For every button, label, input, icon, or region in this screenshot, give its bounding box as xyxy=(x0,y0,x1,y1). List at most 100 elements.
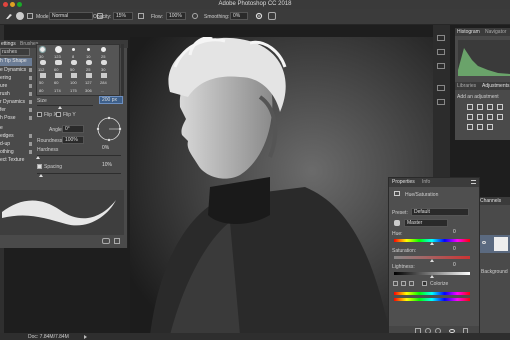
lock-icon[interactable] xyxy=(29,134,32,138)
section-protect-texture[interactable]: ect Texture xyxy=(0,157,24,163)
flow-field[interactable]: 100% xyxy=(166,12,186,20)
tip-swatch[interactable] xyxy=(55,46,62,53)
lock-icon[interactable] xyxy=(29,76,32,80)
section-color-dynamics[interactable]: r Dynamics xyxy=(0,99,25,105)
spacing-slider-track[interactable] xyxy=(37,173,121,174)
flip-y-checkbox[interactable] xyxy=(56,112,61,117)
colorize-checkbox[interactable] xyxy=(422,281,427,286)
adjustment-icon[interactable] xyxy=(467,104,473,110)
tip-swatch[interactable] xyxy=(39,46,46,53)
smoothing-field[interactable]: 0% xyxy=(230,12,248,20)
section-brush-pose[interactable]: h Pose xyxy=(0,115,16,121)
size-field[interactable]: 200 px xyxy=(99,96,123,104)
opacity-field[interactable]: 15% xyxy=(113,12,133,20)
saturation-field[interactable]: 0 xyxy=(451,246,467,254)
create-brush-icon[interactable] xyxy=(102,238,110,244)
adjustment-icon[interactable] xyxy=(487,114,493,120)
tip-swatch[interactable] xyxy=(101,73,107,78)
tip-swatch[interactable] xyxy=(101,47,106,52)
brush-settings-toggle-icon[interactable] xyxy=(27,13,33,19)
tab-adjustments[interactable]: Adjustments xyxy=(482,83,510,89)
section-transfer[interactable]: fer xyxy=(0,107,6,113)
section-scattering[interactable]: ering xyxy=(0,75,11,81)
tab-info[interactable]: Info xyxy=(422,179,430,185)
adjustment-icon[interactable] xyxy=(467,124,473,130)
tip-swatch[interactable] xyxy=(86,73,92,78)
panel-icon[interactable] xyxy=(437,35,445,41)
hardness-slider-track[interactable] xyxy=(37,155,121,156)
eyedropper-icon[interactable] xyxy=(393,281,398,286)
tip-swatch[interactable] xyxy=(87,48,90,51)
lock-icon[interactable] xyxy=(29,92,32,96)
section-dual-brush[interactable]: rush xyxy=(0,91,10,97)
section-brush-tip-shape[interactable]: h Tip Shape xyxy=(0,58,32,66)
airbrush-mode-icon[interactable] xyxy=(192,13,198,19)
adjustment-icon[interactable] xyxy=(477,124,483,130)
lightness-field[interactable]: 0 xyxy=(451,262,467,270)
tip-swatch[interactable] xyxy=(40,60,46,65)
panel-icon[interactable] xyxy=(437,99,445,105)
size-slider-thumb[interactable] xyxy=(58,106,62,109)
panel-icon[interactable] xyxy=(437,63,445,69)
lock-icon[interactable] xyxy=(29,108,32,112)
adjustment-icon[interactable] xyxy=(487,104,493,110)
lightness-slider-thumb[interactable] xyxy=(430,275,434,278)
adjustment-icon[interactable] xyxy=(467,114,473,120)
tab-navigator[interactable]: Navigator xyxy=(485,29,506,35)
angle-field[interactable]: 0° xyxy=(62,125,84,133)
lock-icon[interactable] xyxy=(29,142,32,146)
tip-swatch[interactable] xyxy=(40,73,46,78)
brush-tool-icon[interactable] xyxy=(5,12,13,20)
new-brush-icon[interactable] xyxy=(114,238,120,244)
panel-icon[interactable] xyxy=(437,85,445,91)
eye-icon[interactable] xyxy=(482,241,486,244)
hardness-slider-thumb[interactable] xyxy=(36,156,40,159)
tip-grid-scrollbar[interactable] xyxy=(121,44,124,96)
section-smoothing[interactable]: othing xyxy=(0,149,14,155)
section-texture[interactable]: ure xyxy=(0,83,7,89)
saturation-slider-thumb[interactable] xyxy=(430,259,434,262)
adjustment-icon[interactable] xyxy=(477,104,483,110)
brushes-button[interactable]: rushes xyxy=(0,48,30,56)
tab-channels[interactable]: Channels xyxy=(480,198,501,204)
eyedropper-minus-icon[interactable] xyxy=(409,281,414,286)
roundness-field[interactable]: 100% xyxy=(62,136,84,144)
tip-swatch[interactable] xyxy=(55,60,62,65)
size-slider-track[interactable] xyxy=(37,105,93,106)
tip-swatch[interactable] xyxy=(101,60,107,65)
status-arrow-icon[interactable] xyxy=(84,335,87,339)
adjustment-icon[interactable] xyxy=(497,114,503,120)
tip-swatch[interactable] xyxy=(72,48,75,51)
tab-properties[interactable]: Properties xyxy=(392,179,415,185)
brush-tip-grid[interactable]: 30 123 8 10 25 112 60 50 25 30 50 60 100… xyxy=(36,44,120,96)
lock-icon[interactable] xyxy=(29,116,32,120)
tip-swatch[interactable] xyxy=(55,73,62,78)
lock-icon[interactable] xyxy=(29,150,32,154)
section-shape-dynamics[interactable]: e Dynamics xyxy=(0,67,26,73)
targeted-adjust-hand-icon[interactable] xyxy=(394,220,400,226)
tab-libraries[interactable]: Libraries xyxy=(457,83,476,89)
angle-roundness-widget[interactable] xyxy=(96,116,122,142)
mode-select[interactable]: Normal xyxy=(49,12,93,20)
adjustment-icon[interactable] xyxy=(477,114,483,120)
adjustment-icon[interactable] xyxy=(497,104,503,110)
tip-swatch[interactable] xyxy=(71,60,77,65)
hue-slider-thumb[interactable] xyxy=(430,242,434,245)
section-wet-edges[interactable]: edges xyxy=(0,133,14,139)
tab-histogram[interactable]: Histogram xyxy=(457,29,480,35)
lock-icon[interactable] xyxy=(29,84,32,88)
tip-swatch[interactable] xyxy=(86,60,92,65)
channel-select[interactable]: Master xyxy=(404,219,448,227)
panel-icon[interactable] xyxy=(437,49,445,55)
lock-icon[interactable] xyxy=(29,100,32,104)
airbrush-icon[interactable] xyxy=(138,13,144,19)
eyedropper-plus-icon[interactable] xyxy=(401,281,406,286)
spacing-slider-thumb[interactable] xyxy=(39,174,43,177)
adjustment-icon[interactable] xyxy=(487,124,493,130)
flip-x-checkbox[interactable] xyxy=(37,112,42,117)
hue-sat-layer-row[interactable] xyxy=(480,235,510,253)
panel-menu-icon[interactable] xyxy=(471,180,476,184)
pressure-size-icon[interactable] xyxy=(268,12,276,20)
gear-icon[interactable] xyxy=(255,12,263,20)
spacing-field[interactable]: 10% xyxy=(100,162,122,170)
